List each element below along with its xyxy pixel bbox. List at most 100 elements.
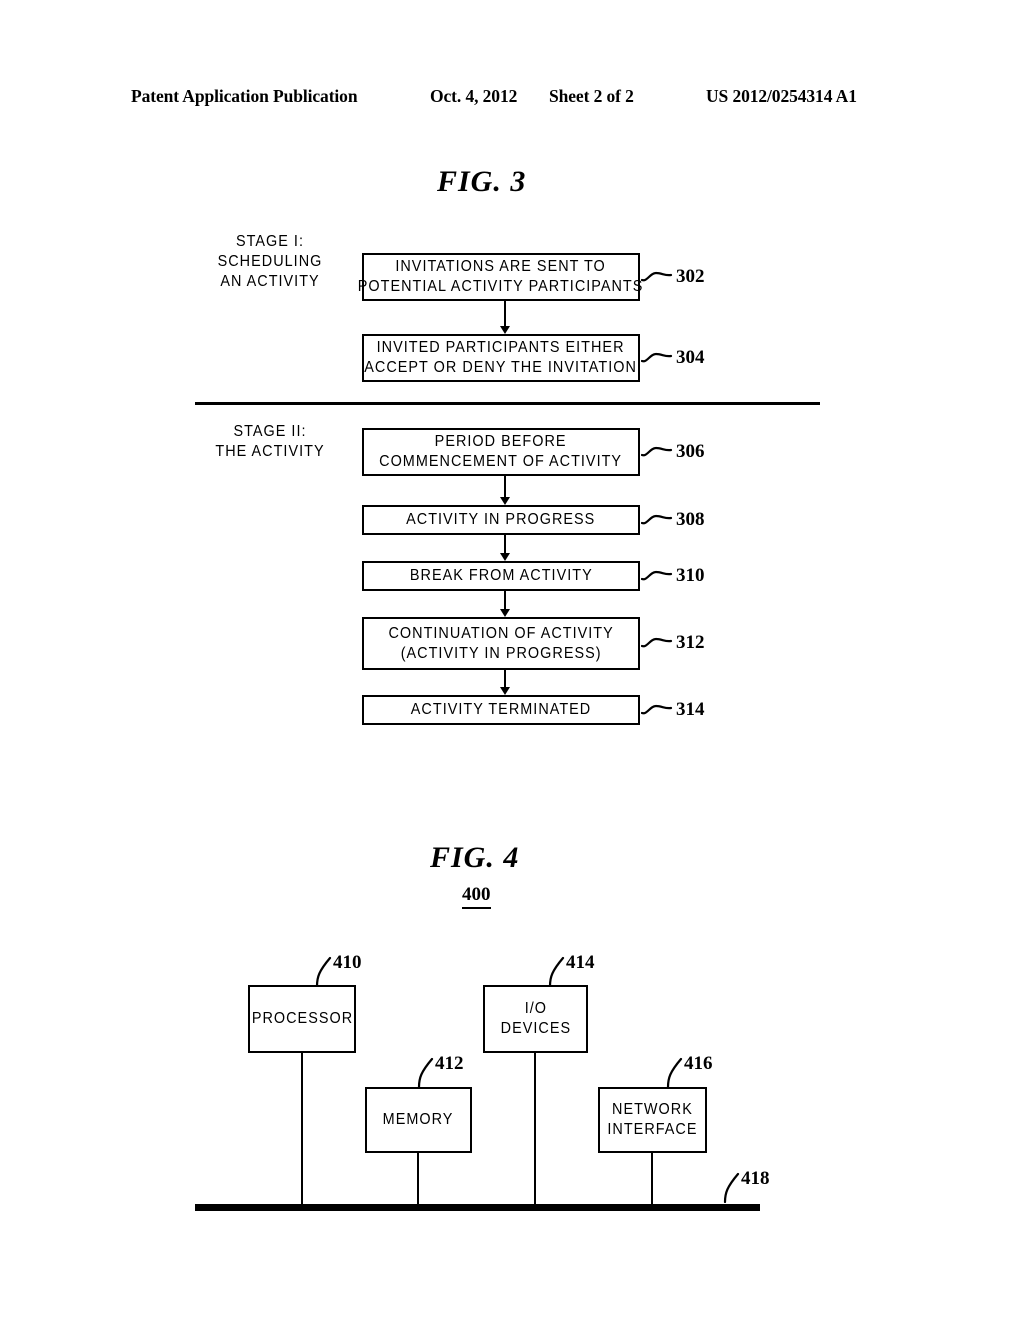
- flow-box-312: CONTINUATION OF ACTIVITY (ACTIVITY IN PR…: [362, 617, 640, 670]
- leader-squiggle-icon: [641, 349, 673, 367]
- system-box-io-devices-line-1: I/O: [524, 1000, 547, 1018]
- flow-box-312-text: CONTINUATION OF ACTIVITY (ACTIVITY IN PR…: [388, 624, 613, 664]
- stage-2-line-1: STAGE II:: [233, 423, 307, 440]
- system-box-memory-text: MEMORY: [383, 1111, 454, 1129]
- callout-414: 414: [547, 952, 595, 987]
- system-box-processor: PROCESSOR: [248, 985, 356, 1053]
- flow-box-314: ACTIVITY TERMINATED: [362, 695, 640, 725]
- system-box-io-devices: I/O DEVICES: [483, 985, 588, 1053]
- flow-box-306-line-1: PERIOD BEFORE: [435, 433, 567, 451]
- arrow-shaft: [504, 301, 506, 326]
- arrow-head: [500, 553, 510, 561]
- leader-squiggle-icon: [641, 567, 673, 585]
- flow-box-314-text: ACTIVITY TERMINATED: [410, 701, 592, 719]
- stage-2-line-2: THE ACTIVITY: [215, 442, 325, 460]
- arrow-312-to-314: [499, 670, 511, 695]
- system-box-memory: MEMORY: [365, 1087, 472, 1153]
- figure-4-reference-number: 400: [462, 884, 491, 909]
- arrow-shaft: [504, 670, 506, 687]
- flow-box-310-text: BREAK FROM ACTIVITY: [409, 567, 593, 585]
- bus-stem-processor: [301, 1053, 303, 1204]
- system-bus-line: [195, 1204, 760, 1211]
- leader-hook-icon: [722, 1171, 740, 1203]
- callout-308-number: 308: [676, 509, 705, 530]
- callout-412: 412: [416, 1053, 464, 1088]
- system-box-io-devices-text: I/O DEVICES: [500, 999, 570, 1039]
- header-date-label: Oct. 4, 2012: [430, 86, 518, 106]
- arrow-head: [500, 609, 510, 617]
- system-box-network-interface-text: NETWORK INTERFACE: [607, 1100, 697, 1140]
- figure-3-title: FIG. 3: [437, 165, 527, 198]
- callout-310: 310: [641, 563, 705, 589]
- system-box-network-interface: NETWORK INTERFACE: [598, 1087, 707, 1153]
- header-sheet-label: Sheet 2 of 2: [549, 86, 634, 106]
- flow-box-304: INVITED PARTICIPANTS EITHER ACCEPT OR DE…: [362, 334, 640, 382]
- leader-hook-icon: [314, 955, 332, 987]
- callout-416-number: 416: [684, 1053, 713, 1074]
- stage-1-line-3: AN ACTIVITY: [220, 272, 320, 290]
- callout-312: 312: [641, 630, 705, 656]
- system-box-network-interface-line-2: INTERFACE: [607, 1121, 698, 1138]
- arrow-306-to-308: [499, 476, 511, 505]
- flow-box-302-line-1: INVITATIONS ARE SENT TO: [395, 258, 607, 276]
- callout-414-number: 414: [566, 952, 595, 973]
- arrow-shaft: [504, 476, 506, 497]
- system-box-processor-text: PROCESSOR: [251, 1010, 353, 1028]
- callout-312-number: 312: [676, 632, 705, 653]
- callout-416: 416: [665, 1053, 713, 1088]
- stage-1-line-2: SCHEDULING: [217, 252, 323, 270]
- callout-410: 410: [314, 952, 362, 987]
- arrow-head: [500, 687, 510, 695]
- leader-squiggle-icon: [641, 634, 673, 652]
- leader-squiggle-icon: [641, 511, 673, 529]
- flow-box-308-text: ACTIVITY IN PROGRESS: [406, 511, 596, 529]
- flow-box-308: ACTIVITY IN PROGRESS: [362, 505, 640, 535]
- bus-stem-io-devices: [534, 1053, 536, 1204]
- stage-1-label: STAGE I: SCHEDULING AN ACTIVITY: [191, 232, 349, 291]
- leader-squiggle-icon: [641, 701, 673, 719]
- bus-stem-network-interface: [651, 1153, 653, 1204]
- header-publication-label: Patent Application Publication: [131, 86, 358, 106]
- callout-304: 304: [641, 345, 705, 371]
- callout-302: 302: [641, 264, 705, 290]
- callout-418: 418: [722, 1168, 770, 1203]
- callout-412-number: 412: [435, 1053, 464, 1074]
- flow-box-302-text: INVITATIONS ARE SENT TO POTENTIAL ACTIVI…: [358, 257, 644, 297]
- arrow-head: [500, 326, 510, 334]
- page-header: Patent Application Publication Oct. 4, 2…: [0, 86, 1024, 114]
- callout-306: 306: [641, 439, 705, 465]
- flow-box-312-line-1: CONTINUATION OF ACTIVITY: [388, 624, 614, 642]
- flow-box-302-line-2: POTENTIAL ACTIVITY PARTICIPANTS: [358, 278, 644, 295]
- arrow-308-to-310: [499, 535, 511, 561]
- callout-302-number: 302: [676, 266, 705, 287]
- flow-box-304-line-1: INVITED PARTICIPANTS EITHER: [377, 339, 625, 357]
- flow-box-304-line-2: ACCEPT OR DENY THE INVITATION: [364, 359, 638, 376]
- flow-box-310: BREAK FROM ACTIVITY: [362, 561, 640, 591]
- callout-314: 314: [641, 697, 705, 723]
- leader-squiggle-icon: [641, 268, 673, 286]
- callout-410-number: 410: [333, 952, 362, 973]
- arrow-shaft: [504, 535, 506, 553]
- leader-hook-icon: [665, 1056, 683, 1088]
- callout-308: 308: [641, 507, 705, 533]
- stage-2-label: STAGE II: THE ACTIVITY: [191, 422, 349, 462]
- arrow-310-to-312: [499, 591, 511, 617]
- flow-box-304-text: INVITED PARTICIPANTS EITHER ACCEPT OR DE…: [365, 338, 638, 378]
- arrow-head: [500, 497, 510, 505]
- leader-hook-icon: [416, 1056, 434, 1088]
- flow-box-312-line-2: (ACTIVITY IN PROGRESS): [400, 644, 602, 662]
- flow-box-302: INVITATIONS ARE SENT TO POTENTIAL ACTIVI…: [358, 253, 643, 301]
- stage-divider-line: [195, 402, 820, 405]
- arrow-302-to-304: [499, 301, 511, 334]
- stage-1-line-1: STAGE I:: [235, 233, 304, 250]
- callout-304-number: 304: [676, 347, 705, 368]
- flow-box-306-line-2: COMMENCEMENT OF ACTIVITY: [379, 453, 623, 470]
- callout-310-number: 310: [676, 565, 705, 586]
- leader-hook-icon: [547, 955, 565, 987]
- callout-314-number: 314: [676, 699, 705, 720]
- flow-box-306-text: PERIOD BEFORE COMMENCEMENT OF ACTIVITY: [380, 432, 623, 472]
- header-patent-number: US 2012/0254314 A1: [706, 86, 857, 106]
- bus-stem-memory: [417, 1153, 419, 1204]
- flow-box-306: PERIOD BEFORE COMMENCEMENT OF ACTIVITY: [362, 428, 640, 476]
- callout-418-number: 418: [741, 1168, 770, 1189]
